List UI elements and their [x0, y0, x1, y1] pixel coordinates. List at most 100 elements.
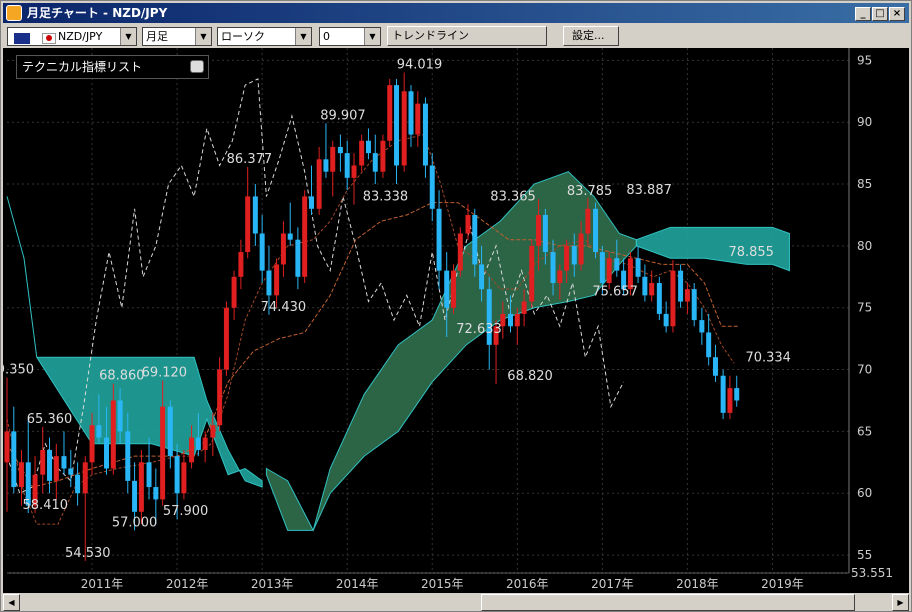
- candle-body: [153, 487, 159, 500]
- candle-body: [557, 270, 563, 283]
- symbol-select[interactable]: NZD/JPY ▼: [7, 27, 137, 46]
- candle-body: [521, 301, 527, 314]
- low-marker-label: 53.551: [851, 566, 893, 580]
- candle-body: [529, 245, 535, 302]
- candle-body: [189, 437, 195, 463]
- scroll-thumb[interactable]: [481, 594, 855, 611]
- indicator-list-label: テクニカル指標リスト: [22, 60, 143, 74]
- candle-body: [160, 406, 166, 500]
- candle-body: [734, 388, 740, 401]
- candle-body: [302, 196, 308, 277]
- candle-body: [599, 252, 605, 283]
- candle-body: [457, 233, 463, 271]
- price-annotation: 94.019: [397, 58, 443, 73]
- candle-body: [372, 153, 378, 172]
- candle-body: [75, 474, 81, 494]
- title-bar[interactable]: 月足チャート - NZD/JPY _ □ ×: [3, 3, 909, 23]
- candle-body: [691, 289, 697, 321]
- close-button[interactable]: ×: [889, 7, 905, 21]
- scroll-left-icon[interactable]: ◀: [3, 594, 20, 611]
- candle-body: [96, 425, 102, 438]
- candle-body: [699, 320, 705, 333]
- y-tick-label: 70: [857, 363, 872, 377]
- count-select[interactable]: 0 ▼: [319, 27, 381, 46]
- chevron-down-icon[interactable]: ▼: [120, 28, 136, 45]
- candle-body: [684, 289, 690, 302]
- horizontal-scrollbar[interactable]: ◀ ▶: [3, 594, 909, 611]
- candle-body: [274, 264, 280, 296]
- chart-style-value: ローソク: [221, 30, 265, 43]
- price-annotation: 68.860: [99, 369, 145, 384]
- price-annotation: 74.430: [261, 300, 307, 315]
- candle-body: [507, 313, 513, 327]
- collapse-icon[interactable]: [190, 60, 204, 73]
- candle-body: [138, 462, 144, 512]
- candle-body: [415, 103, 421, 135]
- maximize-button[interactable]: □: [872, 7, 888, 21]
- price-annotation: 72.633: [456, 322, 502, 337]
- price-annotation: 78.855: [728, 245, 774, 260]
- candle-body: [429, 165, 435, 209]
- x-tick-label: 2019年: [761, 577, 804, 591]
- technical-indicator-list[interactable]: テクニカル指標リスト: [16, 55, 209, 79]
- chevron-down-icon[interactable]: ▼: [295, 28, 311, 45]
- candle-body: [252, 196, 258, 234]
- price-annotation: 83.785: [567, 184, 613, 199]
- y-tick-label: 80: [857, 239, 872, 253]
- candle-body: [202, 437, 208, 450]
- candle-body: [401, 91, 407, 166]
- candle-body: [40, 449, 46, 475]
- x-tick-label: 2015年: [421, 577, 464, 591]
- candle-body: [117, 400, 123, 432]
- candle-body: [110, 400, 116, 469]
- y-tick-label: 60: [857, 486, 872, 500]
- price-annotation: 83.338: [363, 190, 409, 205]
- chart-canvas[interactable]: 95 90 85 80 75 70 65 60 55 2011年 2012年 2013年 2014年 20…: [0, 48, 909, 593]
- candle-body: [472, 214, 478, 265]
- scroll-right-icon[interactable]: ▶: [892, 594, 909, 611]
- chart-style-select[interactable]: ローソク ▼: [217, 27, 312, 46]
- candle-body: [231, 276, 237, 308]
- candle-body: [223, 307, 229, 370]
- candle-body: [280, 233, 286, 265]
- x-tick-label: 2018年: [676, 577, 719, 591]
- candle-body: [259, 233, 265, 271]
- candle-body: [585, 208, 591, 234]
- price-chart[interactable]: 95 90 85 80 75 70 65 60 55 2011年 2012年 2013年 2014年 20…: [0, 48, 909, 593]
- candle-body: [4, 431, 10, 463]
- candle-body: [578, 233, 584, 265]
- y-tick-label: 55: [857, 548, 872, 562]
- candle-body: [308, 196, 314, 209]
- candle-body: [536, 214, 542, 246]
- x-tick-label: 2017年: [591, 577, 634, 591]
- chevron-down-icon[interactable]: ▼: [195, 28, 211, 45]
- candle-body: [181, 462, 187, 494]
- candle-body: [167, 406, 173, 457]
- candle-body: [479, 264, 485, 290]
- x-tick-label: 2011年: [81, 577, 124, 591]
- y-tick-label: 90: [857, 115, 872, 129]
- candle-body: [195, 437, 201, 450]
- candle-body: [132, 480, 138, 512]
- candle-body: [394, 85, 400, 166]
- candle-body: [359, 140, 365, 166]
- candle-body: [564, 245, 570, 271]
- price-annotation: 70.334: [745, 350, 791, 365]
- minimize-button[interactable]: _: [855, 7, 871, 21]
- jp-flag-icon: [42, 33, 56, 44]
- price-annotation: 57.900: [163, 504, 209, 519]
- candle-body: [104, 437, 110, 469]
- candle-body: [323, 159, 329, 172]
- chevron-down-icon[interactable]: ▼: [364, 28, 380, 45]
- settings-button[interactable]: 設定...: [563, 26, 619, 46]
- candle-body: [174, 456, 180, 494]
- price-annotation: 89.907: [320, 108, 366, 123]
- candle-body: [408, 91, 414, 135]
- y-tick-label: 75: [857, 301, 872, 315]
- x-tick-label: 2014年: [336, 577, 379, 591]
- period-select[interactable]: 月足 ▼: [142, 27, 212, 46]
- candle-body: [514, 313, 520, 327]
- trendline-button[interactable]: トレンドライン: [387, 26, 547, 46]
- candle-body: [330, 146, 336, 172]
- price-annotation: 68.820: [507, 369, 553, 384]
